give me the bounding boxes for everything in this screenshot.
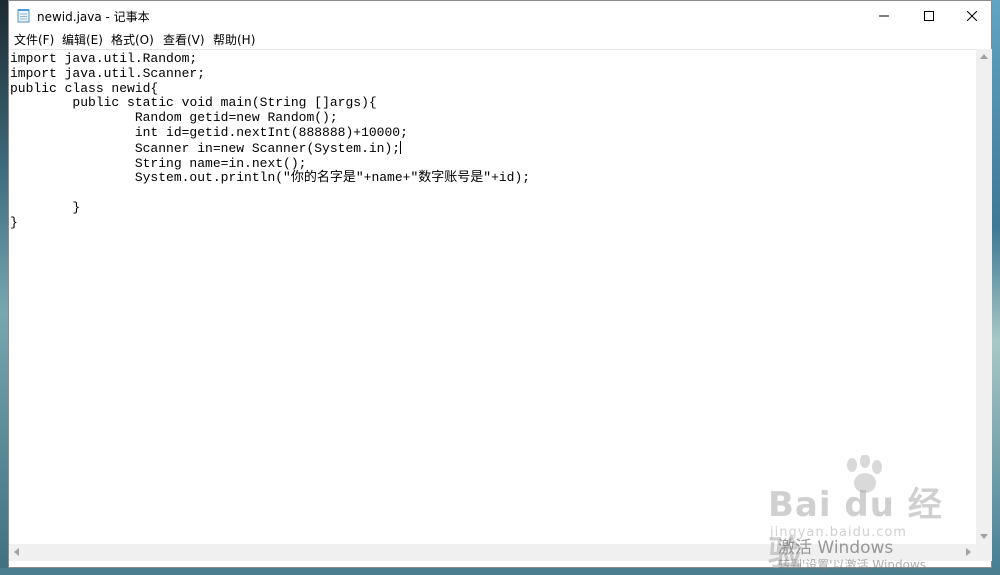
code-line[interactable]: System.out.println("你的名字是"+name+"数字账号是"+… bbox=[10, 170, 530, 185]
menu-bar: 文件(F) 编辑(E) 格式(O) 查看(V) 帮助(H) bbox=[9, 30, 991, 48]
close-button[interactable] bbox=[949, 1, 995, 30]
close-icon bbox=[967, 10, 977, 21]
text-caret bbox=[400, 140, 402, 154]
scroll-down-icon[interactable] bbox=[980, 534, 988, 539]
minimize-icon bbox=[879, 15, 889, 16]
window-title: newid.java - 记事本 bbox=[37, 10, 150, 24]
menu-edit[interactable]: 编辑(E) bbox=[62, 31, 103, 48]
code-line[interactable]: public class newid{ bbox=[10, 81, 158, 96]
code-line[interactable]: import java.util.Random; bbox=[10, 51, 197, 66]
minimize-button[interactable] bbox=[861, 1, 907, 30]
editor-text[interactable]: import java.util.Random; import java.uti… bbox=[9, 50, 976, 231]
scroll-right-icon[interactable] bbox=[966, 548, 971, 556]
code-line[interactable]: Random getid=new Random(); bbox=[10, 110, 338, 125]
vertical-scrollbar[interactable] bbox=[976, 49, 992, 544]
code-line[interactable]: import java.util.Scanner; bbox=[10, 66, 205, 81]
menu-help[interactable]: 帮助(H) bbox=[213, 31, 255, 48]
code-line[interactable]: public static void main(String []args){ bbox=[10, 95, 376, 110]
code-line[interactable]: int id=getid.nextInt(888888)+10000; bbox=[10, 125, 408, 140]
scrollbar-corner bbox=[976, 544, 992, 561]
desktop-right-edge bbox=[992, 0, 1000, 568]
code-line[interactable]: } bbox=[10, 215, 18, 230]
code-line[interactable]: Scanner in=new Scanner(System.in); bbox=[10, 141, 400, 156]
menu-format[interactable]: 格式(O) bbox=[111, 31, 154, 48]
activate-windows-subtext: 转到'设置'以激活 Windows bbox=[778, 558, 926, 572]
maximize-icon bbox=[924, 10, 934, 21]
menu-view[interactable]: 查看(V) bbox=[163, 31, 205, 48]
menu-file[interactable]: 文件(F) bbox=[14, 31, 54, 48]
code-line[interactable]: } bbox=[10, 200, 80, 215]
code-line[interactable]: String name=in.next(); bbox=[10, 156, 307, 171]
scroll-up-icon[interactable] bbox=[980, 54, 988, 59]
title-bar[interactable]: newid.java - 记事本 bbox=[9, 1, 991, 30]
notepad-icon bbox=[17, 8, 31, 23]
desktop-left-edge bbox=[0, 0, 8, 568]
baidu-watermark: Bai du 经验 jingyan.baidu.com bbox=[768, 455, 958, 574]
scroll-left-icon[interactable] bbox=[14, 548, 19, 556]
activate-windows-text: 激活 Windows bbox=[778, 538, 894, 558]
maximize-button[interactable] bbox=[906, 1, 952, 30]
